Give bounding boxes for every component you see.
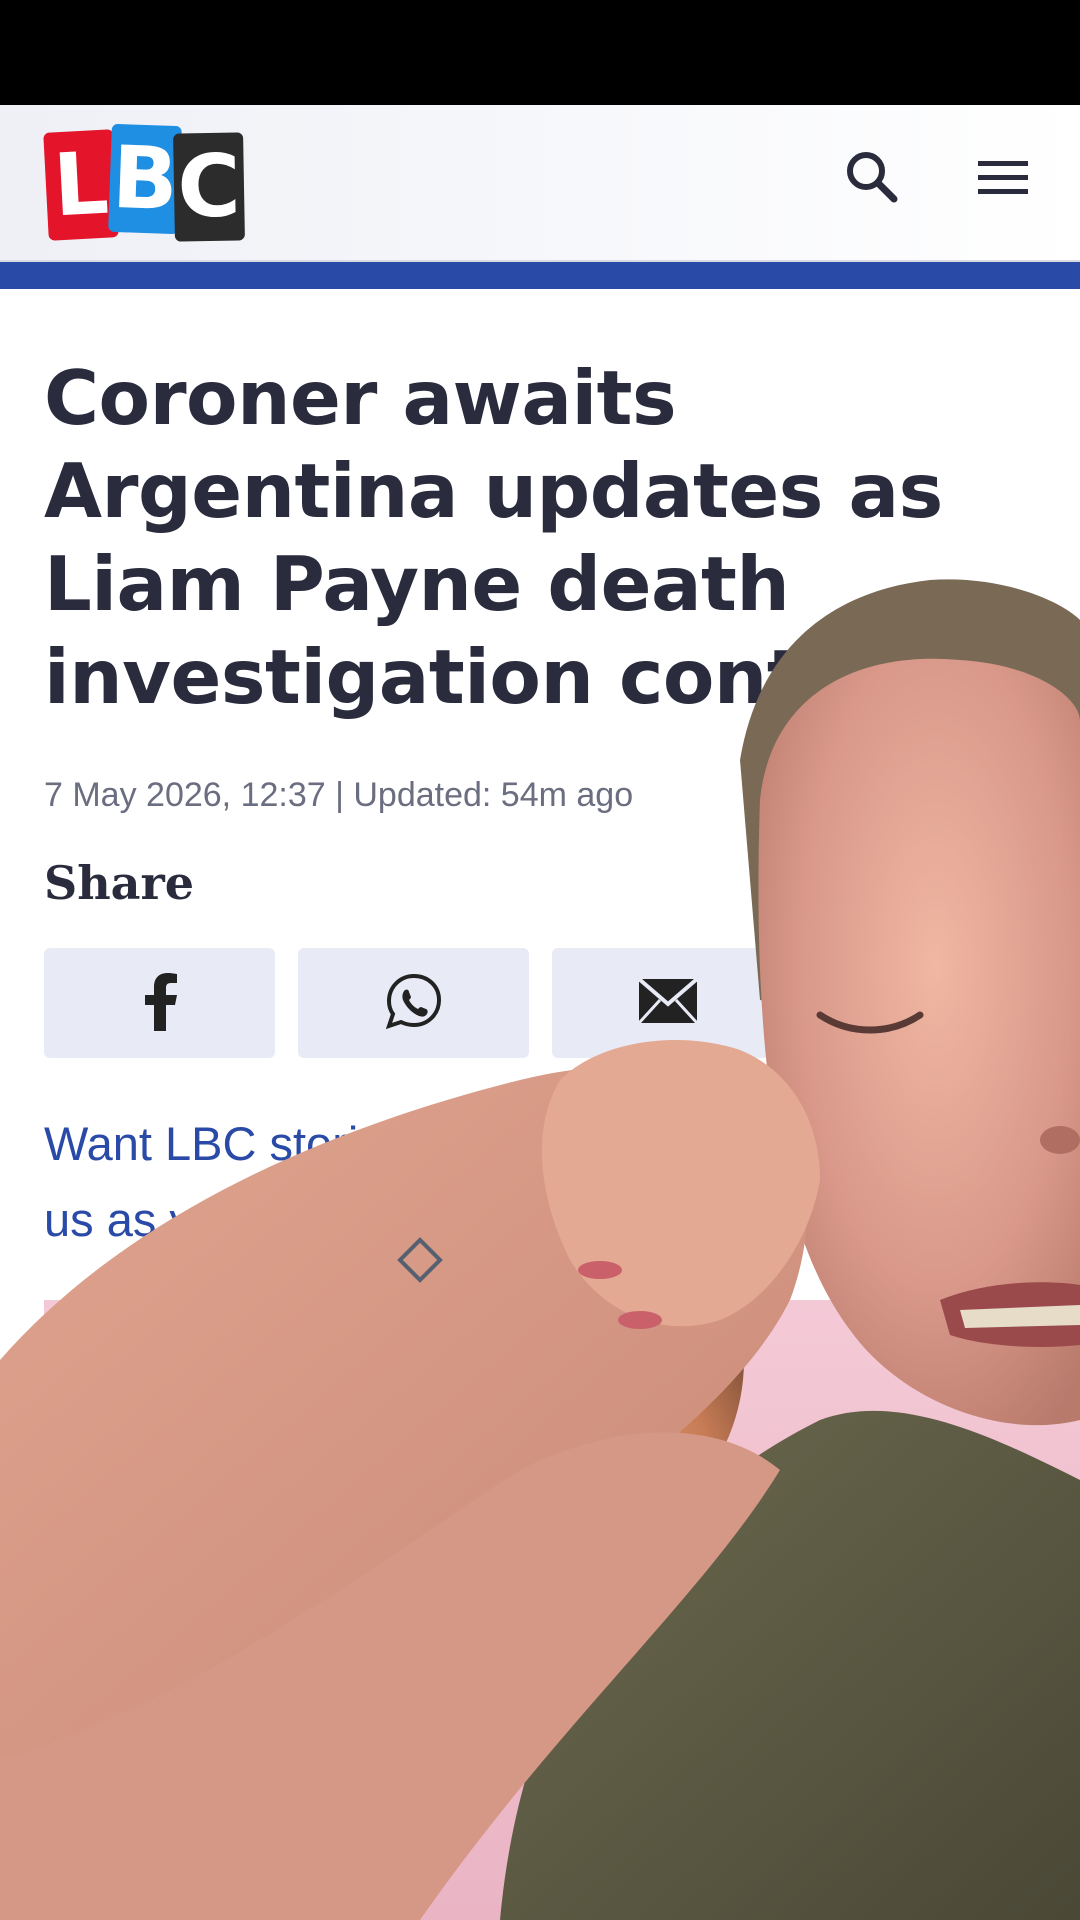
whatsapp-icon	[385, 972, 443, 1034]
article-headline: Coroner awaits Argentina updates as Liam…	[44, 354, 1028, 721]
article-dateline: 7 May 2026, 12:37 | Updated: 54m ago	[44, 776, 634, 814]
lbc-logo[interactable]: L B C	[43, 123, 246, 243]
status-bar	[0, 0, 1080, 105]
share-label: Share	[44, 856, 194, 910]
promo-line-2: us as your	[44, 1193, 261, 1246]
facebook-icon	[140, 971, 180, 1035]
menu-icon[interactable]	[970, 145, 1034, 209]
logo-letter-c: C	[173, 132, 245, 242]
share-whatsapp-button[interactable]	[298, 948, 529, 1058]
share-email-button[interactable]	[552, 948, 783, 1058]
brand-strip	[0, 262, 1080, 289]
image-subject-head	[344, 1300, 744, 1560]
logo-letter-b: B	[108, 123, 182, 235]
follow-promo-link[interactable]: Want LBC stori us as your	[44, 1106, 1044, 1258]
email-icon	[637, 977, 698, 1028]
search-icon[interactable]	[840, 145, 904, 209]
share-facebook-button[interactable]	[44, 948, 275, 1058]
article-image	[44, 1300, 1080, 1920]
site-header: L B C	[0, 105, 1080, 262]
promo-line-1: Want LBC stori	[44, 1117, 359, 1170]
